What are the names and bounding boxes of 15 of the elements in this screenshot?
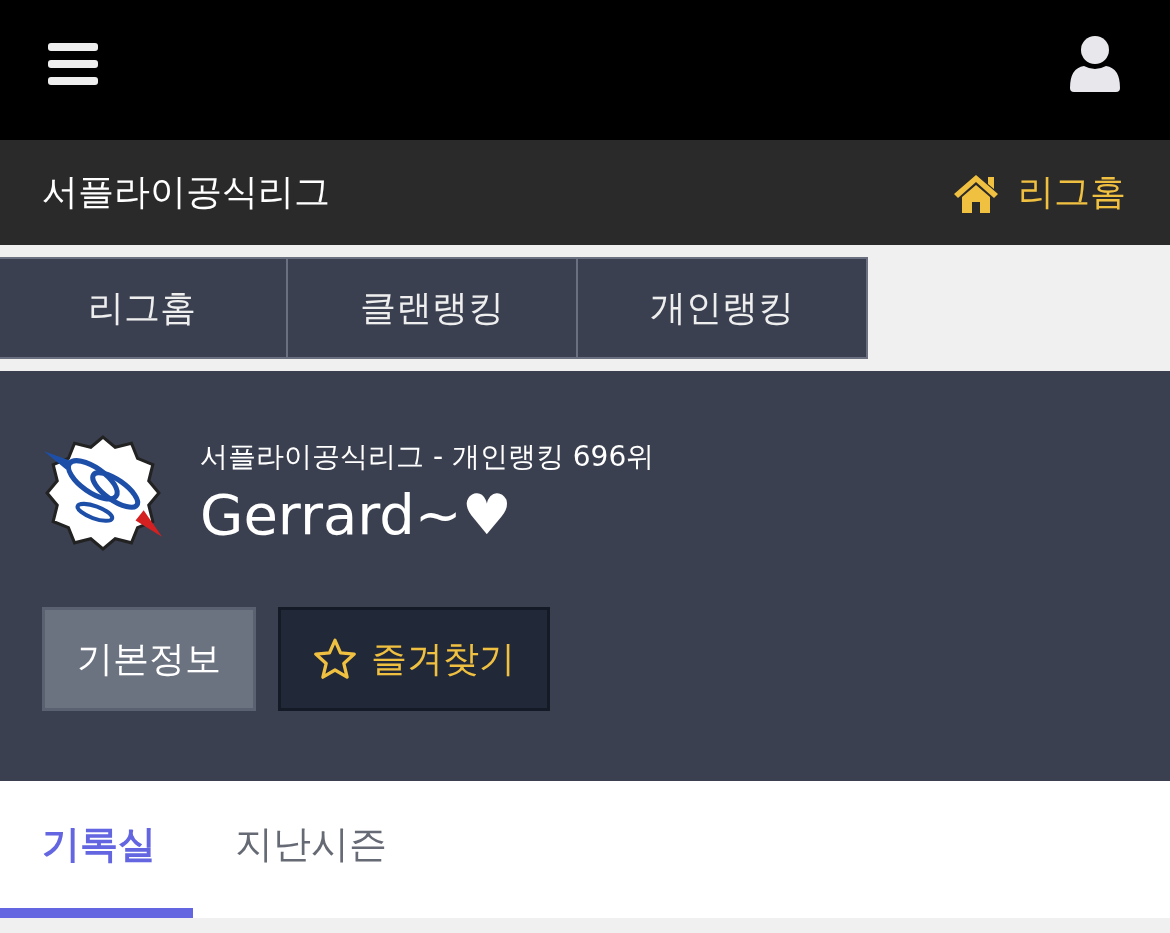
nav-tab[interactable]: 리그홈 xyxy=(0,257,288,359)
nav-tab[interactable]: 개인랭킹 xyxy=(576,257,868,359)
star-icon xyxy=(313,637,357,681)
nav-tab[interactable]: 클랜랭킹 xyxy=(286,257,578,359)
user-icon[interactable] xyxy=(1070,36,1120,92)
profile-subtitle: 서플라이공식리그 - 개인랭킹 696위 xyxy=(200,438,655,475)
player-name: Gerrard~♥ xyxy=(200,481,513,547)
menu-icon[interactable] xyxy=(48,43,98,85)
league-home-link[interactable]: 리그홈 xyxy=(952,168,1126,217)
basic-info-button[interactable]: 기본정보 xyxy=(42,607,256,711)
home-icon xyxy=(952,172,1000,213)
section-tab[interactable]: 지난시즌 xyxy=(193,781,429,918)
section-tab[interactable]: 기록실 xyxy=(0,781,193,918)
league-title: 서플라이공식리그 xyxy=(42,170,330,214)
favorite-button[interactable]: 즐겨찾기 xyxy=(278,607,550,711)
